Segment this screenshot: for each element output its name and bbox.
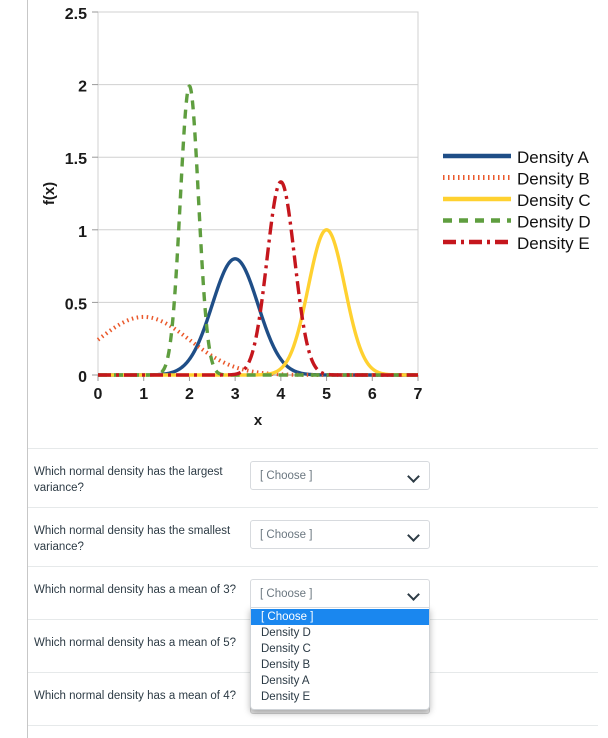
x-tick-label: 1 — [139, 386, 148, 403]
y-tick-label: 0 — [78, 369, 87, 386]
question-label: Which normal density has a mean of 3? — [34, 584, 236, 596]
x-tick-label: 3 — [231, 386, 240, 403]
x-tick-label: 6 — [368, 386, 377, 403]
answer-select-wrapper: [ Choose ] — [250, 461, 430, 490]
answer-select-largest-variance[interactable]: [ Choose ] — [250, 461, 430, 490]
x-axis-label: x — [254, 412, 263, 429]
dropdown-options-list[interactable]: [ Choose ] Density D Density C Density B Den… — [250, 607, 430, 710]
legend-label: Density C — [517, 191, 591, 210]
dropdown-option[interactable]: Density E — [251, 689, 429, 705]
question-row-mean-3: Which normal density has a mean of 3? [ … — [28, 566, 598, 710]
dropdown-option[interactable]: [ Choose ] — [251, 609, 429, 625]
select-value: [ Choose ] — [260, 469, 313, 482]
question-label: Which normal density has a mean of 4? — [34, 690, 236, 702]
question-label: Which normal density has a mean of 5? — [34, 637, 236, 649]
question-label: Which normal density has the largest var… — [34, 466, 223, 494]
answer-select-wrapper: [ Choose ] — [250, 520, 430, 549]
question-row-largest-variance: Which normal density has the largest var… — [28, 448, 598, 507]
y-tick-label: 1.5 — [65, 151, 87, 168]
chevron-down-icon — [408, 588, 420, 600]
x-tick-label: 7 — [414, 386, 423, 403]
x-tick-label: 5 — [322, 386, 331, 403]
dropdown-option[interactable]: Density B — [251, 657, 429, 673]
x-tick-label: 2 — [185, 386, 194, 403]
y-tick-label: 2.5 — [65, 6, 87, 23]
chevron-down-icon — [408, 470, 420, 482]
legend-label: Density A — [517, 148, 589, 167]
answer-select-mean-3[interactable]: [ Choose ] — [250, 579, 430, 608]
question-list: Which normal density has the largest var… — [28, 448, 598, 726]
legend-label: Density E — [517, 234, 590, 253]
y-tick-label: 1 — [78, 224, 87, 241]
y-tick-label: 2 — [78, 79, 87, 96]
answer-select-wrapper: [ Choose ] [ Choose ] Density D Density CD… — [250, 579, 430, 710]
legend-label: Density D — [517, 213, 591, 232]
dropdown-option[interactable]: Density C — [251, 641, 429, 657]
question-row-smallest-variance: Which normal density has the smallest va… — [28, 507, 598, 566]
y-tick-label: 0.5 — [65, 296, 87, 313]
select-value: [ Choose ] — [260, 587, 313, 600]
chevron-down-icon — [408, 529, 420, 541]
plot-area — [97, 11, 419, 376]
legend-label: Density B — [517, 170, 590, 189]
dropdown-option[interactable]: Density D — [251, 625, 429, 641]
question-label: Which normal density has the smallest va… — [34, 525, 231, 553]
x-tick-label: 0 — [94, 386, 103, 403]
page-root: 0 0.5 1 1.5 2 2.5 0 1 2 3 4 5 6 7 x f(x) Density A Densit… — [0, 0, 608, 738]
density-chart: 0 0.5 1 1.5 2 2.5 0 1 2 3 4 5 6 7 x f(x) Density A Densit… — [28, 0, 608, 440]
y-axis-label: f(x) — [41, 182, 58, 205]
dropdown-option[interactable]: Density A — [251, 673, 429, 689]
select-value: [ Choose ] — [260, 528, 313, 541]
x-tick-label: 4 — [276, 386, 285, 403]
chart-svg: 0 0.5 1 1.5 2 2.5 0 1 2 3 4 5 6 7 x f(x) Density A Densit… — [41, 6, 591, 429]
answer-select-smallest-variance[interactable]: [ Choose ] — [250, 520, 430, 549]
